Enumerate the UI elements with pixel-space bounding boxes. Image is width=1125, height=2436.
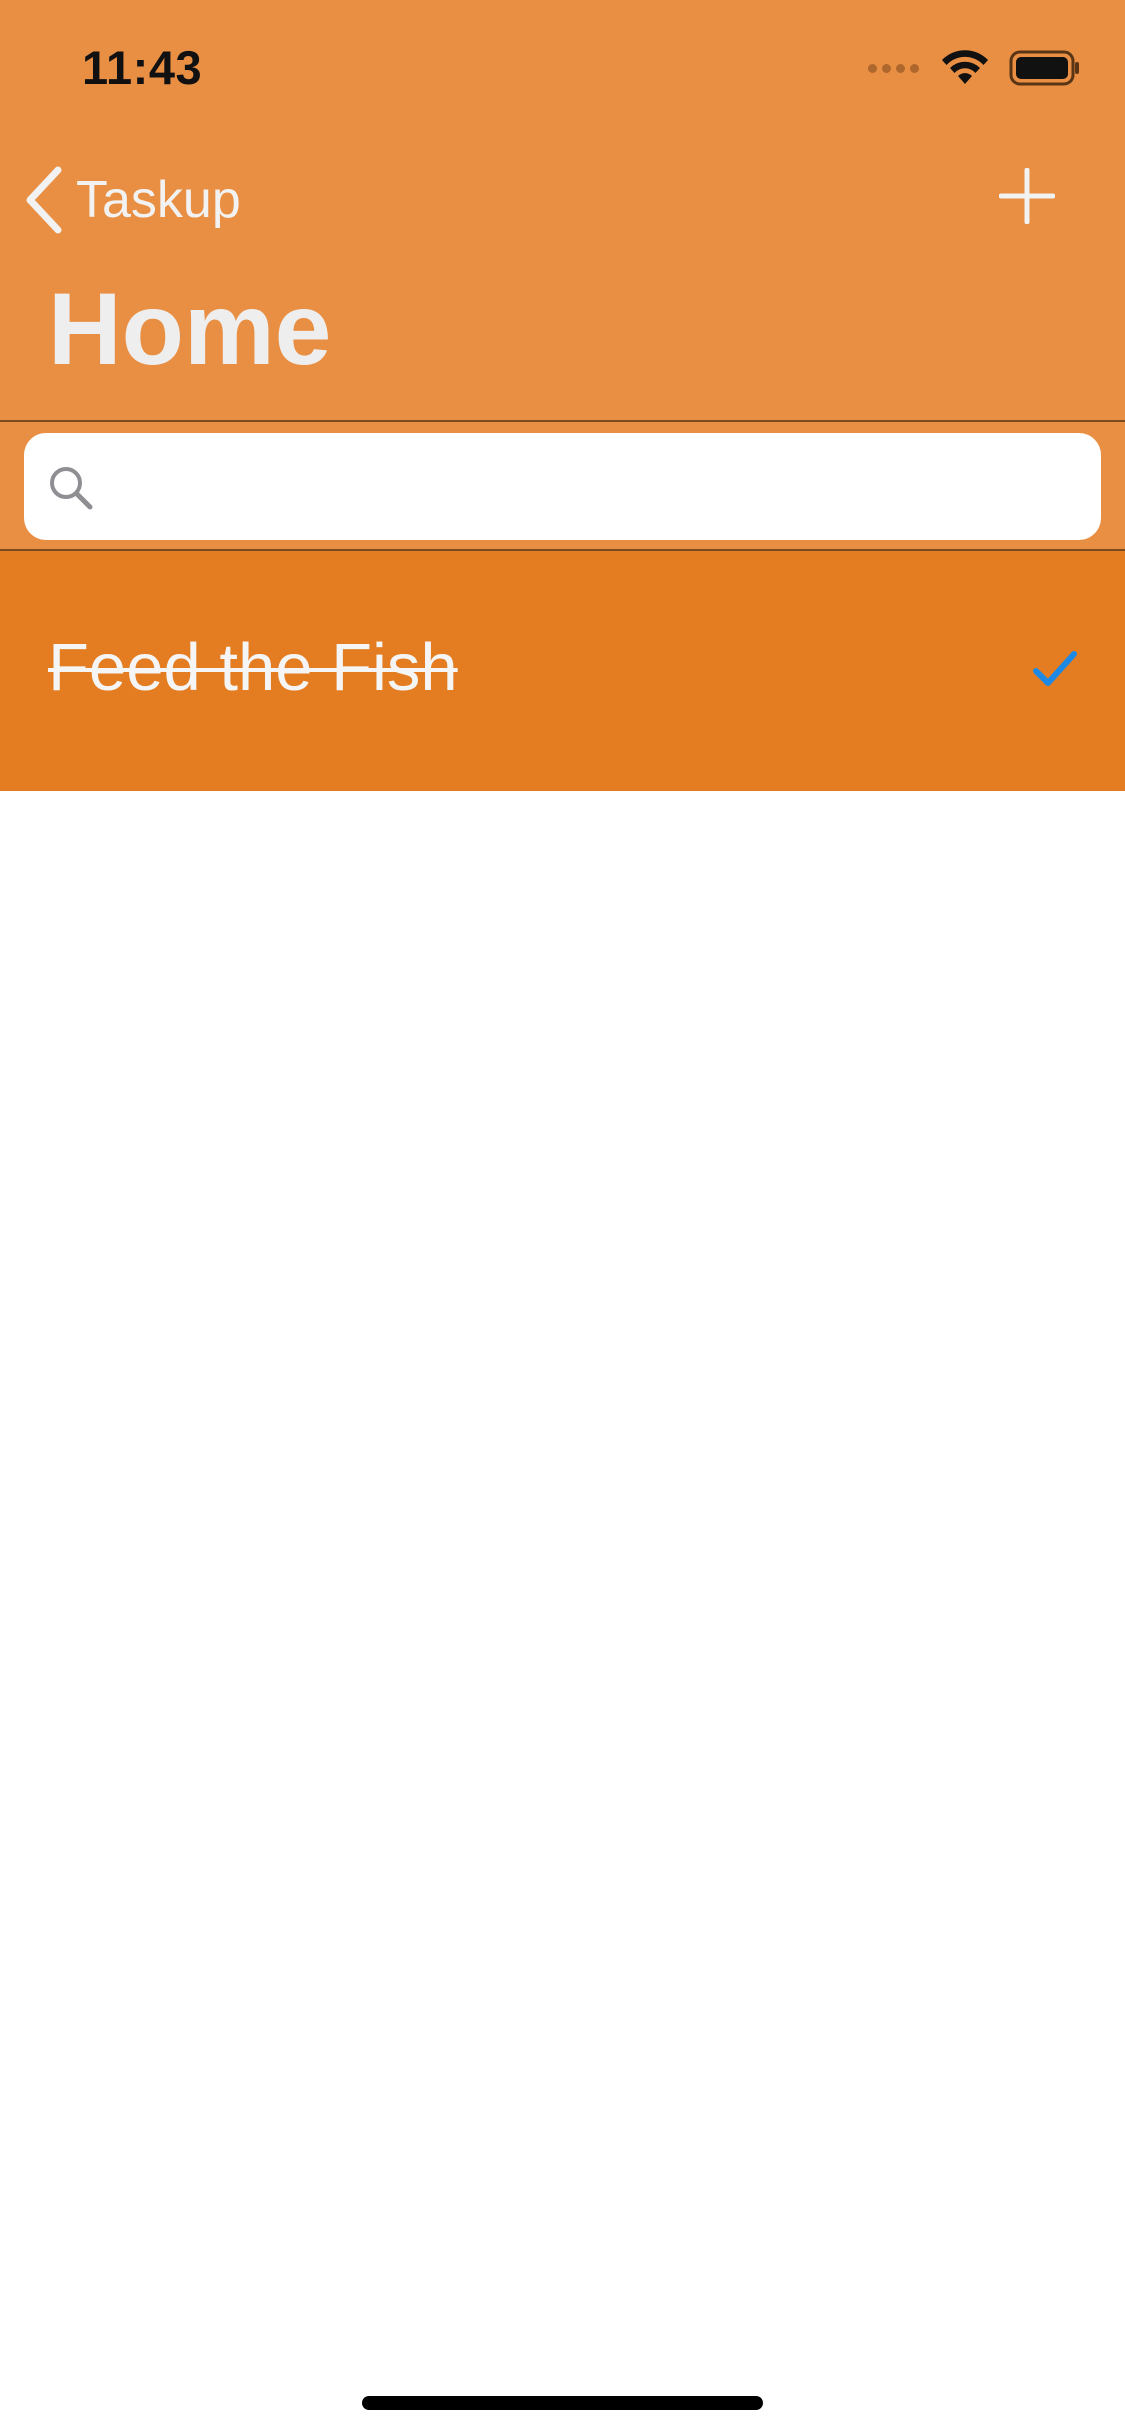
- add-task-button[interactable]: [998, 167, 1056, 225]
- task-row[interactable]: Feed the Fish: [0, 551, 1125, 791]
- back-button[interactable]: Taskup: [24, 160, 241, 240]
- wifi-icon: [942, 50, 988, 84]
- plus-icon: [998, 167, 1056, 225]
- checkmark-icon: [1033, 651, 1077, 686]
- chevron-left-icon: [26, 166, 62, 234]
- search-input[interactable]: [110, 458, 1074, 515]
- back-button-label: Taskup: [76, 171, 241, 229]
- home-indicator[interactable]: [362, 2396, 763, 2410]
- status-time: 11:43: [82, 41, 203, 94]
- page-title: Home: [48, 272, 332, 386]
- battery-icon: [1009, 50, 1079, 86]
- navigation-header: 11:43 Taskup Home: [0, 0, 1125, 420]
- status-icons: [868, 48, 1081, 88]
- task-title: Feed the Fish: [48, 630, 458, 705]
- search-icon: [50, 466, 93, 509]
- search-bar: [0, 420, 1125, 551]
- task-list: Feed the Fish: [0, 551, 1125, 791]
- screen: 11:43 Taskup Home Feed the Fish: [0, 0, 1125, 2436]
- cellular-signal-icon: [868, 63, 919, 73]
- search-field[interactable]: [24, 433, 1101, 540]
